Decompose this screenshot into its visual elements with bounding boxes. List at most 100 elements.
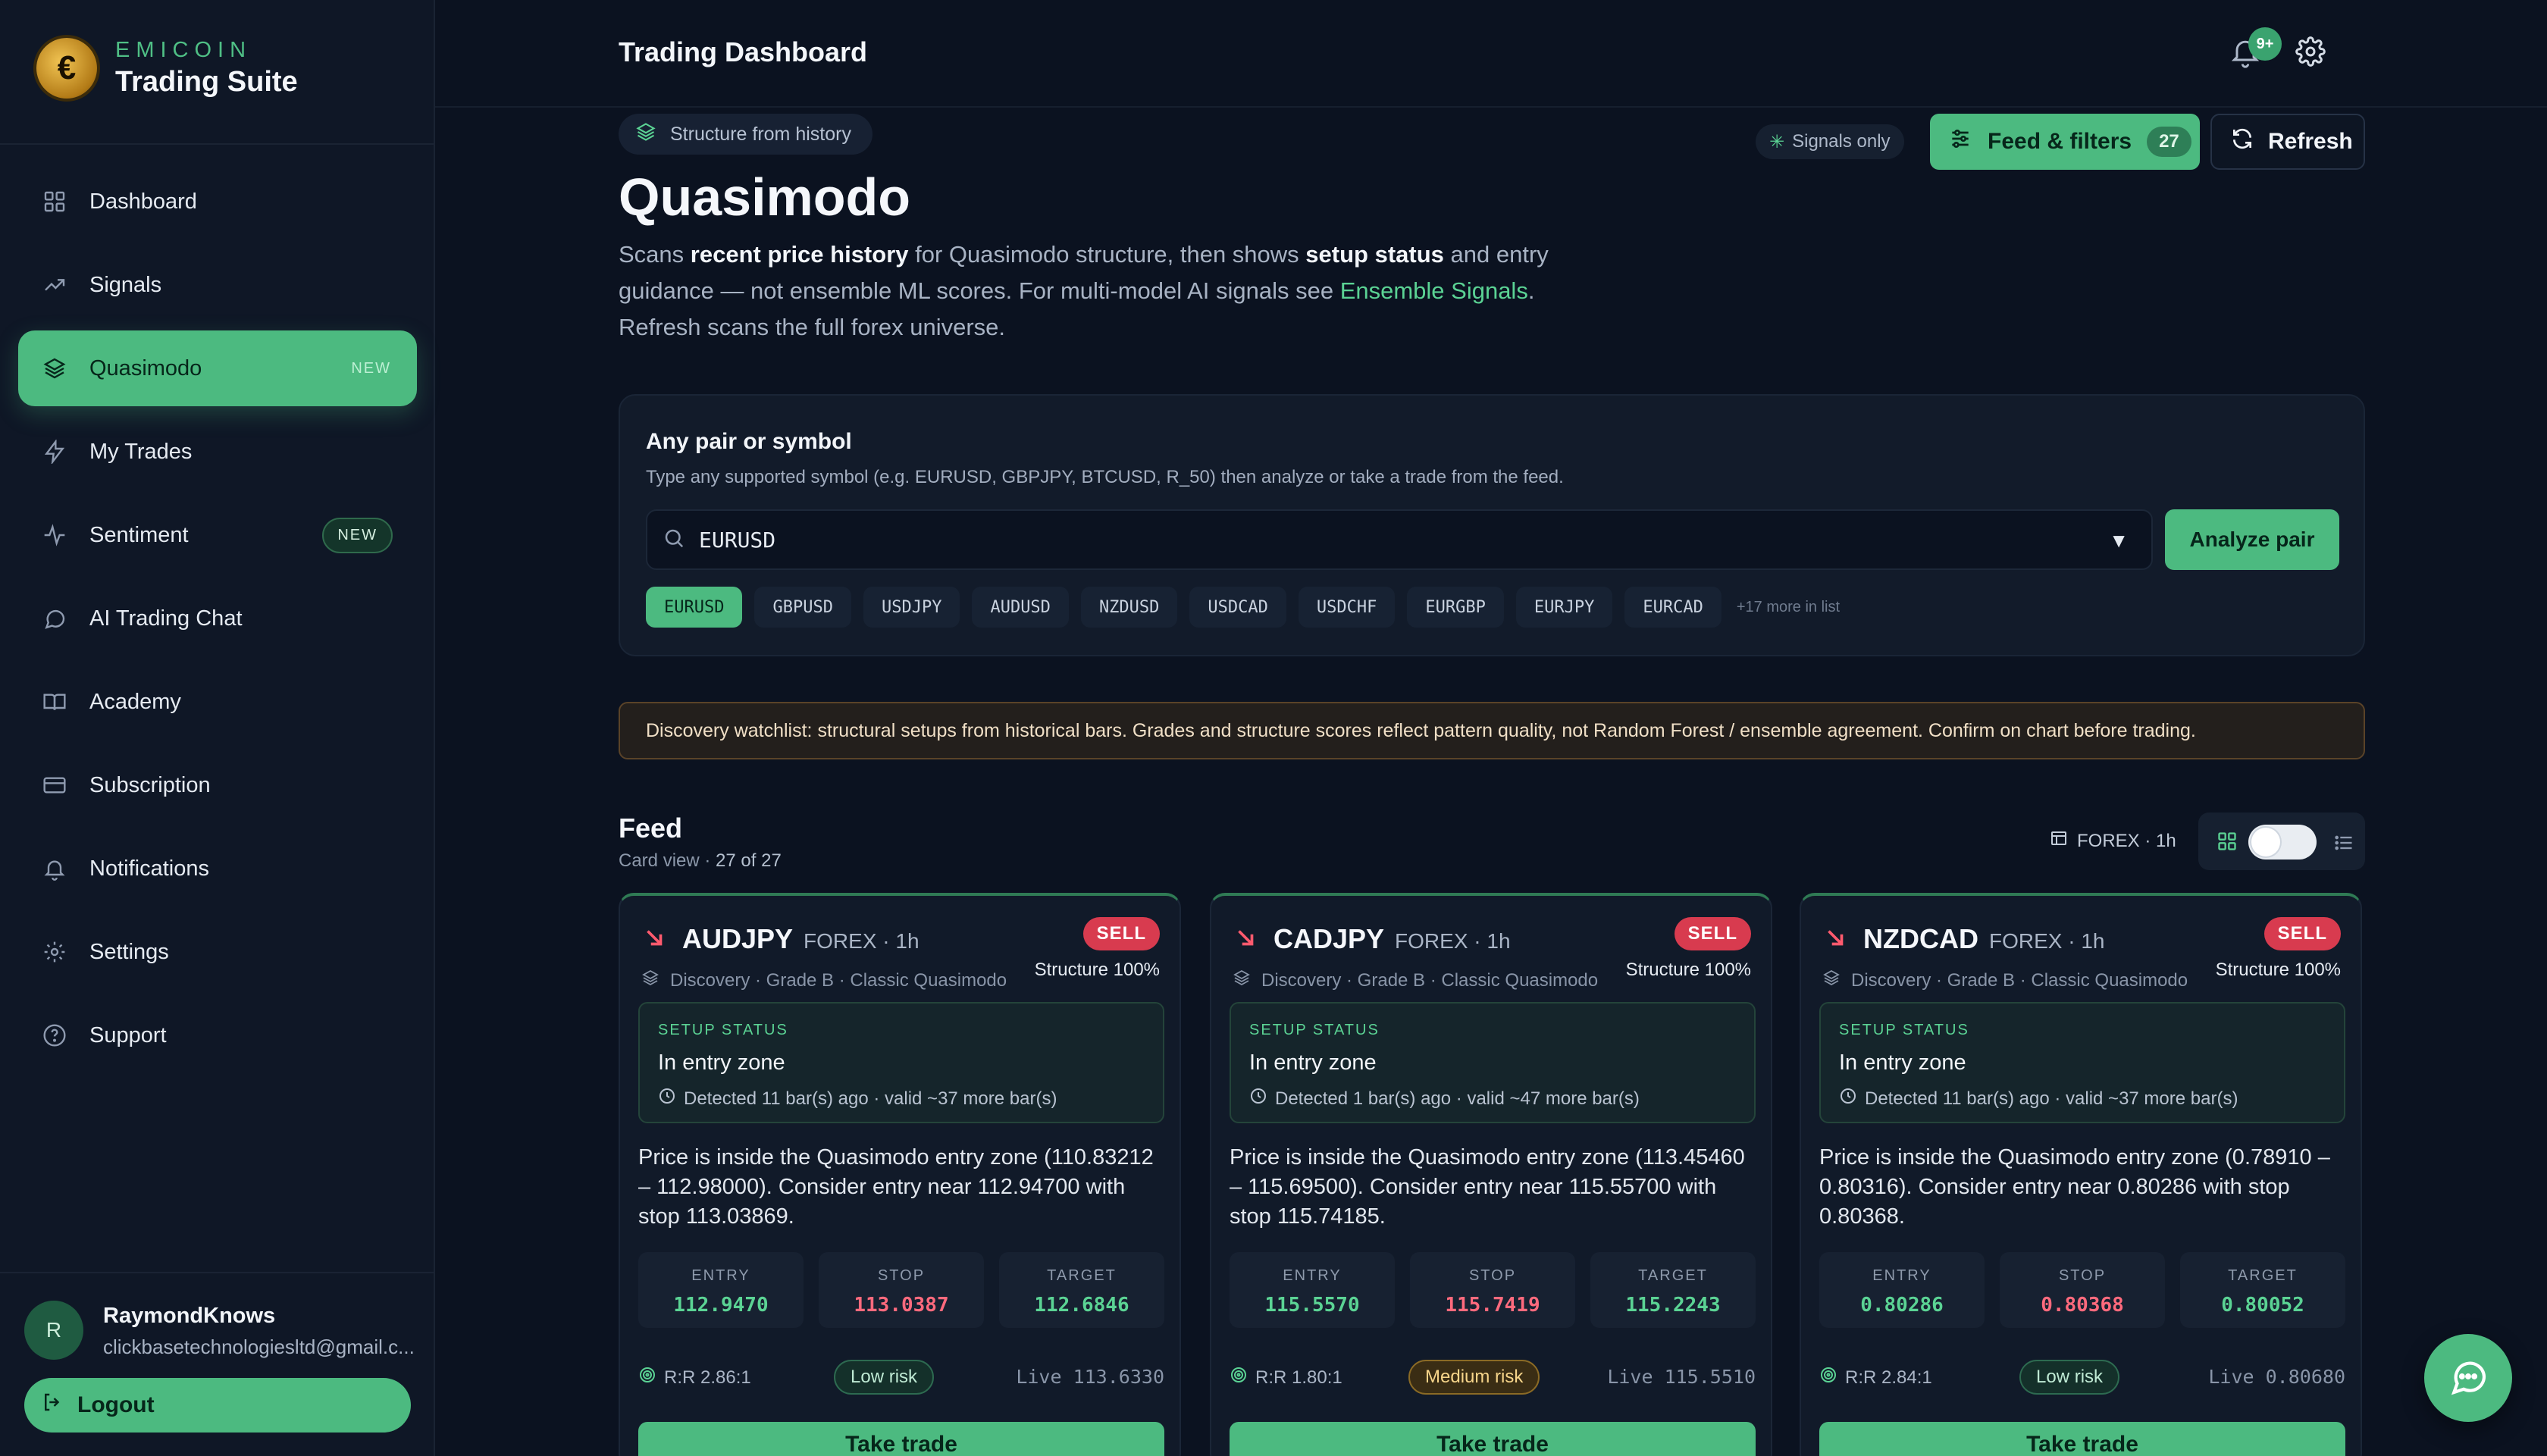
sidebar-item-ai-trading-chat[interactable]: AI Trading Chat [18,581,417,656]
signals-only-toggle[interactable]: ✳ Signals only [1756,124,1904,159]
entry-level: ENTRY 0.80286 [1819,1252,1985,1328]
list-view-icon[interactable] [2333,832,2354,857]
card-pair[interactable]: NZDCAD FOREX · 1h [1863,923,2104,955]
help-circle-icon [41,1022,68,1049]
signals-only-label: Signals only [1792,131,1891,152]
sidebar-item-label: Dashboard [89,189,197,214]
refresh-button[interactable]: Refresh [2210,114,2365,170]
switch-knob [2251,828,2280,856]
sidebar-item-label: Support [89,1022,167,1047]
sidebar-item-support[interactable]: Support [18,997,417,1073]
sidebar-item-quasimodo[interactable]: Quasimodo NEW [18,330,417,406]
table-icon [2050,829,2068,853]
hero-description: Scans recent price history for Quasimodo… [619,241,1549,340]
entry-level: ENTRY 115.5570 [1230,1252,1395,1328]
live-price: Live 113.6330 [1016,1366,1164,1388]
setup-status-box: SETUP STATUS In entry zone Detected 11 b… [638,1002,1164,1123]
analyze-pair-button[interactable]: Analyze pair [2165,509,2339,570]
hero-title: Quasimodo [619,168,911,227]
brand[interactable]: € EMICOIN Trading Suite [36,38,298,99]
target-icon [1230,1366,1248,1389]
chat-bubble-icon [2447,1355,2489,1401]
trending-up-icon [41,271,68,299]
book-icon [41,688,68,715]
feed-title: Feed [619,813,683,844]
sidebar-item-settings[interactable]: Settings [18,914,417,990]
sidebar-item-sentiment[interactable]: Sentiment NEW [18,497,417,573]
page-title: Trading Dashboard [619,36,868,67]
discovery-notice: Discovery watchlist: structural setups f… [619,702,2365,759]
risk-badge: Low risk [2019,1360,2120,1395]
pair-chip-eurjpy[interactable]: EURJPY [1515,587,1613,628]
card-pair[interactable]: AUDJPY FOREX · 1h [682,923,919,955]
setup-status-value: In entry zone [1249,1051,1377,1075]
sidebar-item-label: Notifications [89,856,209,881]
new-badge: NEW [322,517,393,553]
view-switch[interactable] [2248,825,2317,860]
signal-card: CADJPY FOREX · 1h SELL Discovery · Grade … [1210,893,1772,1456]
feed-scope-label: FOREX · 1h [2077,830,2176,851]
live-price: Live 115.5510 [1607,1366,1756,1388]
pair-chip-usdchf[interactable]: USDCHF [1298,587,1396,628]
sidebar-item-label: Settings [89,939,169,964]
sidebar-item-academy[interactable]: Academy [18,664,417,740]
signal-card: NZDCAD FOREX · 1h SELL Discovery · Grade … [1800,893,2362,1456]
pair-chip-eurgbp[interactable]: EURGBP [1407,587,1504,628]
stop-level: STOP 115.7419 [1410,1252,1575,1328]
pair-search-panel: Any pair or symbol Type any supported sy… [619,394,2365,656]
divider [0,143,434,145]
take-trade-button[interactable]: Take trade [1819,1422,2345,1456]
more-pairs-count: +17 more in list [1736,598,1841,615]
pair-panel-title: Any pair or symbol [646,429,852,454]
risk-badge: Medium risk [1408,1360,1540,1395]
sidebar-item-label: Academy [89,689,181,714]
pair-chip-eurusd[interactable]: EURUSD [646,587,743,628]
entry-guidance: Price is inside the Quasimodo entry zone… [1819,1145,2330,1229]
take-trade-button[interactable]: Take trade [638,1422,1164,1456]
sell-badge: SELL [2263,917,2341,950]
pair-chip-nzdusd[interactable]: NZDUSD [1080,587,1178,628]
sidebar-item-signals[interactable]: Signals [18,247,417,323]
dropdown-caret-icon[interactable]: ▼ [2109,529,2129,553]
pair-chip-gbpusd[interactable]: GBPUSD [754,587,851,628]
view-mode-toggle[interactable] [2198,813,2365,870]
notification-count-badge: 9+ [2248,27,2282,61]
pair-chip-usdcad[interactable]: USDCAD [1189,587,1286,628]
take-trade-button[interactable]: Take trade [1230,1422,1756,1456]
target-level: TARGET 112.6846 [999,1252,1164,1328]
card-meta: Discovery · Grade B · Classic Quasimodo [1822,969,2188,992]
ensemble-signals-link[interactable]: Ensemble Signals [1340,277,1528,304]
structure-score: Structure 100% [2215,960,2341,980]
sidebar-item-subscription[interactable]: Subscription [18,747,417,823]
settings-gear-icon[interactable] [2295,36,2326,67]
sidebar-item-notifications[interactable]: Notifications [18,831,417,906]
pulse-icon [41,521,68,549]
risk-row: R:R 2.84:1 Low risk Live 0.80680 [1819,1358,2345,1396]
structure-score: Structure 100% [1625,960,1751,980]
feed-filters-button[interactable]: Feed & filters 27 [1930,114,2200,170]
setup-status-value: In entry zone [1839,1051,1966,1075]
pair-combobox[interactable]: ▼ [646,509,2153,570]
refresh-label: Refresh [2268,129,2353,154]
card-meta: Discovery · Grade B · Classic Quasimodo [1233,969,1598,992]
sidebar-item-my-trades[interactable]: My Trades [18,414,417,490]
chat-fab-button[interactable] [2424,1334,2512,1422]
sidebar-item-dashboard[interactable]: Dashboard [18,164,417,240]
user-email: clickbasetechnologiesltd@gmail.c... [103,1335,415,1358]
pair-chip-audusd[interactable]: AUDUSD [972,587,1069,628]
logout-button[interactable]: Logout [24,1378,411,1433]
trade-levels: ENTRY 112.9470 STOP 113.0387 TARGET 112.684… [638,1252,1164,1328]
risk-reward: R:R 2.84:1 [1819,1366,1932,1389]
grid-view-icon[interactable] [2216,831,2238,856]
setup-status-label: SETUP STATUS [1839,1022,1969,1038]
target-icon [1819,1366,1837,1389]
risk-badge: Low risk [834,1360,935,1395]
user-panel: R RaymondKnows clickbasetechnologiesltd@… [0,1272,434,1456]
pair-search-input[interactable] [699,527,2063,553]
risk-row: R:R 2.86:1 Low risk Live 113.6330 [638,1358,1164,1396]
target-icon [638,1366,656,1389]
pair-chip-usdjpy[interactable]: USDJPY [863,587,960,628]
avatar[interactable]: R [24,1301,83,1360]
card-pair[interactable]: CADJPY FOREX · 1h [1274,923,1511,955]
pair-chip-eurcad[interactable]: EURCAD [1624,587,1721,628]
